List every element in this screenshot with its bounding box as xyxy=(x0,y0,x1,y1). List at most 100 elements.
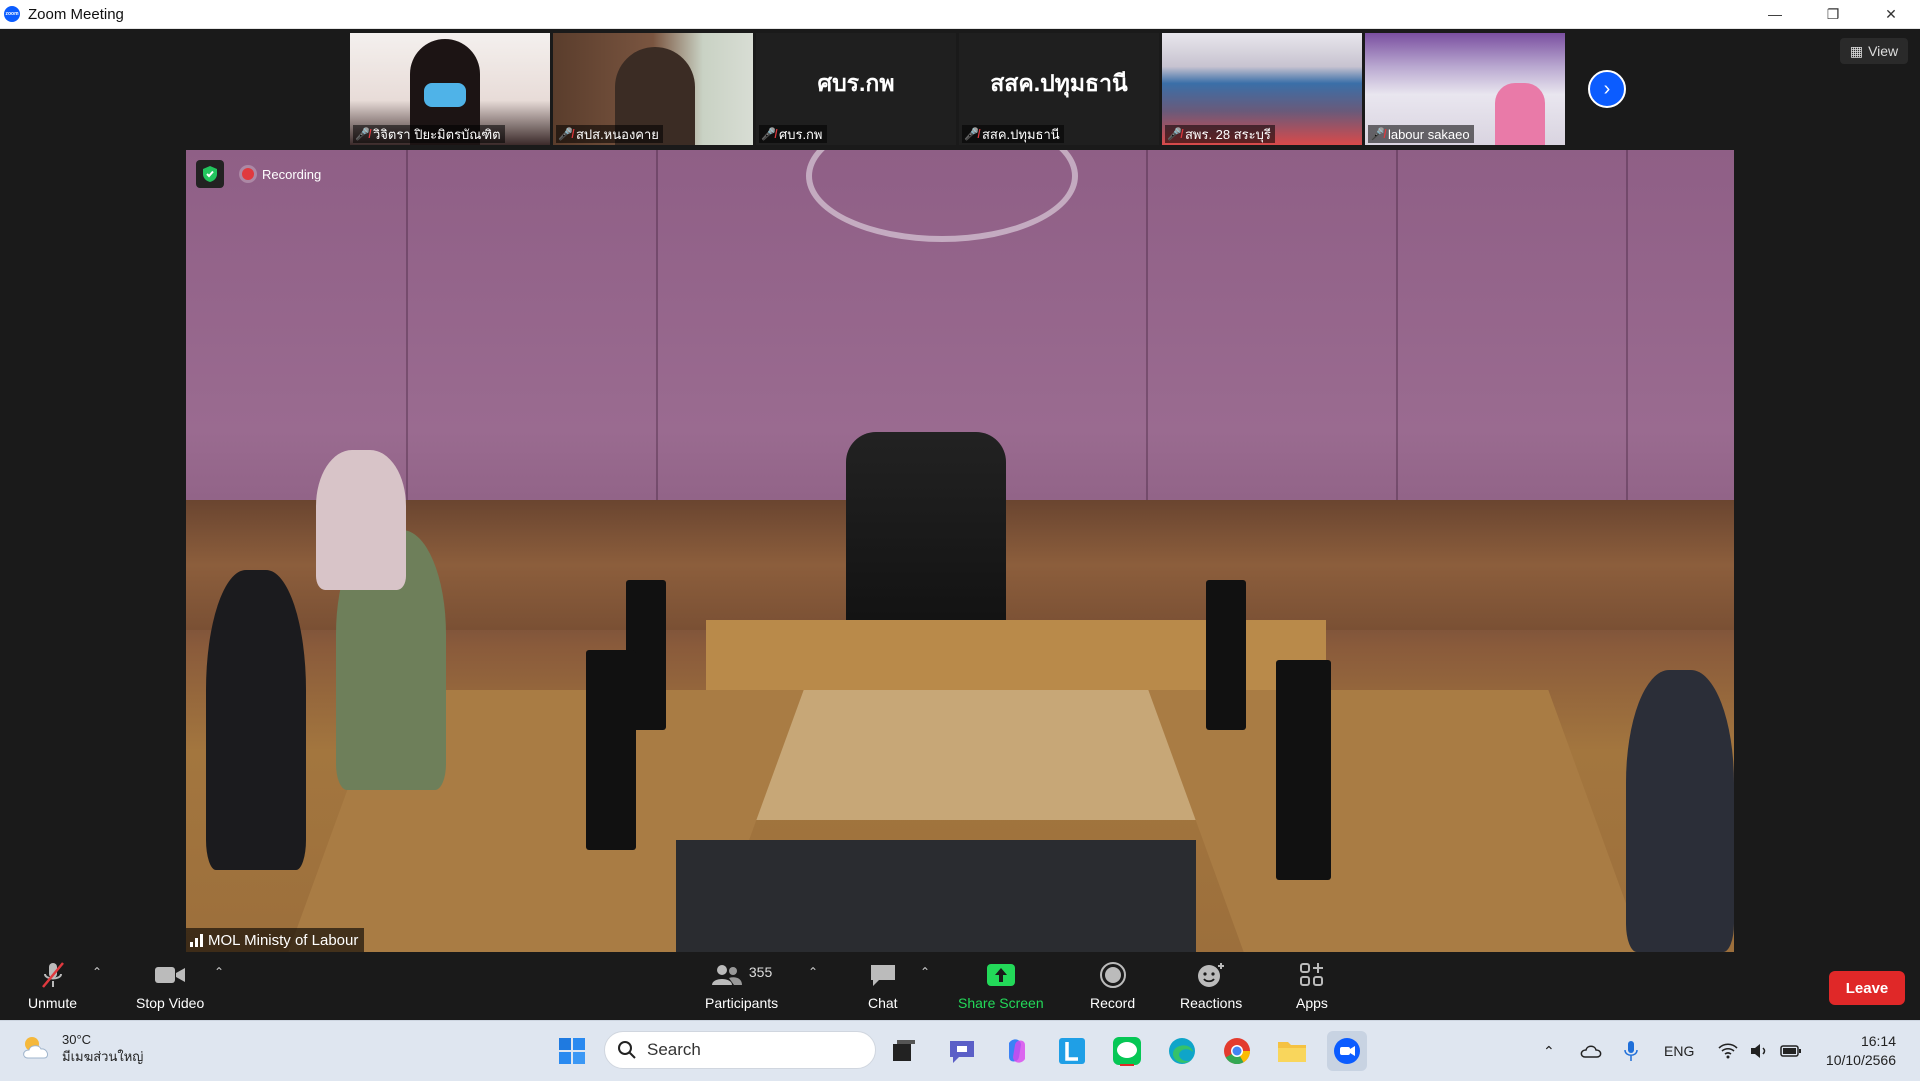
desk-monitor xyxy=(1206,580,1246,730)
participant-display-name: ศบร.กพ xyxy=(817,70,895,96)
weather-condition: มีเมฆส่วนใหญ่ xyxy=(62,1049,144,1064)
meeting-area: 🎤̸ วิจิตรา ปิยะมิตรบัณฑิต 🎤̸ สปส.หนองคาย… xyxy=(0,29,1920,955)
participant-thumbnail[interactable]: 🎤̸ วิจิตรา ปิยะมิตรบัณฑิต xyxy=(350,33,550,145)
participants-button[interactable]: 355 Participants xyxy=(705,961,778,1011)
file-explorer-icon[interactable] xyxy=(1272,1031,1312,1071)
windows-start-button[interactable] xyxy=(552,1031,592,1071)
participant-thumbnail-strip: 🎤̸ วิจิตรา ปิยะมิตรบัณฑิต 🎤̸ สปส.หนองคาย… xyxy=(350,33,1565,145)
participants-count: 355 xyxy=(748,964,773,980)
l-app-icon[interactable] xyxy=(1052,1031,1092,1071)
teams-chat-icon[interactable] xyxy=(942,1031,982,1071)
participant-name-tag: 🎤̸ ศบร.กพ xyxy=(759,125,827,143)
onedrive-cloud-icon[interactable] xyxy=(1580,1021,1602,1081)
participant-video xyxy=(1495,83,1545,145)
video-camera-icon xyxy=(154,961,186,989)
restore-button[interactable]: ❐ xyxy=(1804,0,1862,28)
apps-icon xyxy=(1299,961,1325,989)
participants-icon: 355 xyxy=(711,961,772,989)
ministry-emblem xyxy=(806,150,1078,242)
face-mask xyxy=(424,83,466,107)
participant-name-tag: 🎤̸ labour sakaeo xyxy=(1368,125,1474,143)
wall-panel xyxy=(656,150,658,500)
close-button[interactable]: ✕ xyxy=(1862,0,1920,28)
muted-mic-icon: 🎤̸ xyxy=(1370,127,1385,141)
speaker-volume-icon xyxy=(1751,1044,1766,1058)
line-app-icon[interactable] xyxy=(1107,1031,1147,1071)
stop-video-button[interactable]: Stop Video xyxy=(136,961,204,1011)
zoom-taskbar-icon[interactable] xyxy=(1327,1031,1367,1071)
attendee xyxy=(206,570,306,870)
participant-thumbnail[interactable]: สสค.ปทุมธานี 🎤̸ สสค.ปทุมธานี xyxy=(959,33,1159,145)
speaker-name-tag: MOL Ministy of Labour xyxy=(186,928,365,952)
chrome-browser-icon[interactable] xyxy=(1217,1031,1257,1071)
muted-mic-icon: 🎤̸ xyxy=(761,127,776,141)
leave-button[interactable]: Leave xyxy=(1829,971,1905,1005)
title-bar: zoom Zoom Meeting — ❐ ✕ xyxy=(0,0,1920,29)
chevron-right-icon: › xyxy=(1603,77,1611,100)
wall-panel xyxy=(1626,150,1628,500)
wall-panel xyxy=(406,150,408,500)
participant-name-tag: 🎤̸ สสค.ปทุมธานี xyxy=(962,125,1064,143)
reactions-button[interactable]: Reactions xyxy=(1180,961,1242,1011)
weather-temperature: 30°C xyxy=(62,1032,92,1047)
minimize-button[interactable]: — xyxy=(1746,0,1804,28)
participants-options-caret-icon[interactable]: ⌃ xyxy=(808,965,818,979)
chat-button[interactable]: Chat xyxy=(868,961,898,1011)
muted-mic-icon: 🎤̸ xyxy=(558,127,573,141)
show-hidden-icons-chevron-icon[interactable]: ⌃ xyxy=(1543,1021,1555,1081)
desk-monitor xyxy=(586,650,636,850)
muted-microphone-icon xyxy=(40,961,66,989)
front-console xyxy=(676,840,1196,952)
wall-panel xyxy=(1146,150,1148,500)
unmute-button[interactable]: Unmute xyxy=(28,961,77,1011)
microphone-in-use-icon[interactable] xyxy=(1624,1021,1638,1081)
recording-dot-icon xyxy=(242,168,254,180)
zoom-logo-icon: zoom xyxy=(4,6,20,22)
meeting-toolbar: Unmute ⌃ Stop Video ⌃ 355 Participants ⌃… xyxy=(0,955,1920,1020)
wifi-icon xyxy=(1718,1043,1738,1059)
chairman-chair xyxy=(846,432,1006,642)
smiley-plus-icon xyxy=(1196,961,1226,989)
record-button[interactable]: Record xyxy=(1090,961,1135,1011)
input-language-indicator[interactable]: ENG xyxy=(1664,1021,1694,1081)
recording-indicator[interactable]: Recording xyxy=(242,160,321,188)
video-options-caret-icon[interactable]: ⌃ xyxy=(214,965,224,979)
window-title: Zoom Meeting xyxy=(28,5,124,23)
participant-name-tag: 🎤̸ สพร. 28 สระบุรี xyxy=(1165,125,1275,143)
view-button[interactable]: ▦ View xyxy=(1840,38,1908,64)
system-clock[interactable]: 16:14 10/10/2566 xyxy=(1826,1032,1896,1070)
task-view-icon[interactable] xyxy=(884,1031,924,1071)
weather-widget[interactable]: 30°C มีเมฆส่วนใหญ่ xyxy=(20,1031,143,1065)
copilot-icon[interactable] xyxy=(997,1031,1037,1071)
wall-panel xyxy=(1396,150,1398,500)
window-controls: — ❐ ✕ xyxy=(1746,0,1920,28)
chat-options-caret-icon[interactable]: ⌃ xyxy=(920,965,930,979)
muted-mic-icon: 🎤̸ xyxy=(964,127,979,141)
battery-icon xyxy=(1780,1045,1801,1057)
system-tray-status[interactable] xyxy=(1718,1021,1802,1081)
attendee xyxy=(1626,670,1734,952)
participant-thumbnail[interactable]: ศบร.กพ 🎤̸ ศบร.กพ xyxy=(756,33,956,145)
desk-monitor xyxy=(1276,660,1331,880)
participant-thumbnail[interactable]: 🎤̸ สพร. 28 สระบุรี xyxy=(1162,33,1362,145)
main-speaker-video[interactable]: Recording MOL Ministy of Labour xyxy=(186,150,1734,952)
search-icon xyxy=(618,1041,636,1059)
participant-name-tag: 🎤̸ วิจิตรา ปิยะมิตรบัณฑิต xyxy=(353,125,505,143)
security-shield-icon[interactable] xyxy=(196,160,224,188)
taskbar-search[interactable]: Search xyxy=(604,1031,876,1069)
apps-button[interactable]: Apps xyxy=(1296,961,1328,1011)
participant-name-tag: 🎤̸ สปส.หนองคาย xyxy=(556,125,663,143)
muted-mic-icon: 🎤̸ xyxy=(355,127,370,141)
chat-bubble-icon xyxy=(869,961,897,989)
clock-date: 10/10/2566 xyxy=(1825,1052,1896,1068)
edge-browser-icon[interactable] xyxy=(1162,1031,1202,1071)
next-page-button[interactable]: › xyxy=(1588,70,1626,108)
windows-logo-icon xyxy=(559,1038,585,1064)
clock-time: 16:14 xyxy=(1860,1033,1896,1049)
participant-thumbnail[interactable]: 🎤̸ labour sakaeo xyxy=(1365,33,1565,145)
attendee xyxy=(316,450,406,590)
audio-options-caret-icon[interactable]: ⌃ xyxy=(92,965,102,979)
share-screen-button[interactable]: Share Screen xyxy=(958,961,1044,1011)
participant-thumbnail[interactable]: 🎤̸ สปส.หนองคาย xyxy=(553,33,753,145)
share-screen-icon xyxy=(986,961,1016,989)
